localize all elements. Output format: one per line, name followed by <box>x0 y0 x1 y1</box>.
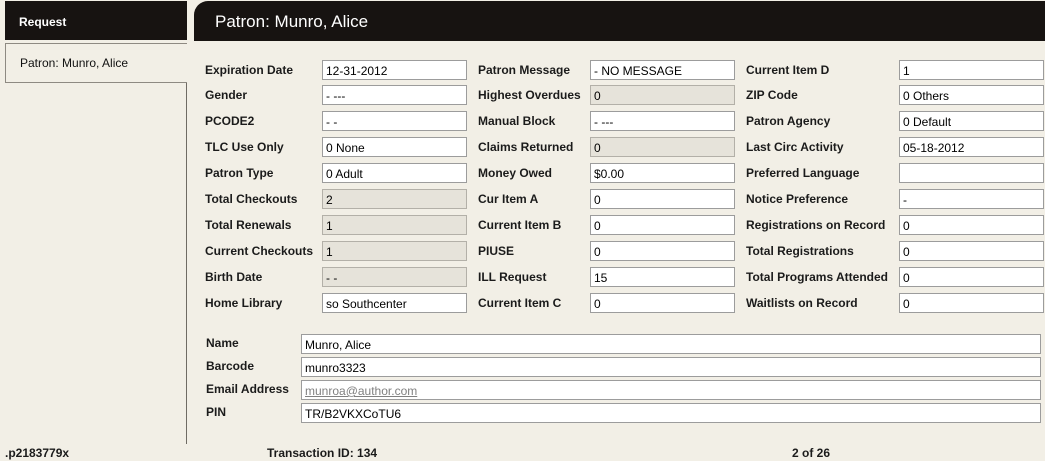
record-id: .p2183779x <box>5 446 70 460</box>
field-label: Home Library <box>205 296 283 310</box>
field-label: Email Address <box>206 382 289 396</box>
birth-date-field: - - <box>322 267 467 287</box>
total-programs-attended-field[interactable]: 0 <box>899 267 1044 287</box>
field-label: Barcode <box>206 359 255 373</box>
cur-item-a-field[interactable]: 0 <box>590 189 735 209</box>
field-label: Expiration Date <box>205 63 294 77</box>
field-label: Current Item B <box>478 218 562 232</box>
field-label: Total Registrations <box>746 244 854 258</box>
sidebar-item-patron[interactable]: Patron: Munro, Alice <box>5 43 187 83</box>
field-label: PIUSE <box>478 244 515 258</box>
ill-request-field[interactable]: 15 <box>590 267 735 287</box>
field-label: Total Checkouts <box>205 192 298 206</box>
field-label: ILL Request <box>478 270 547 284</box>
notice-preference-field[interactable]: - <box>899 189 1044 209</box>
field-label: Registrations on Record <box>746 218 886 232</box>
pin-field[interactable]: TR/B2VKXCoTU6 <box>301 403 1041 423</box>
field-label: Highest Overdues <box>478 88 581 102</box>
pcode2-field[interactable]: - - <box>322 111 467 131</box>
status-bar: .p2183779x Transaction ID: 134 2 of 26 <box>0 444 1045 461</box>
field-label: Patron Agency <box>746 114 831 128</box>
current-item-c-field[interactable]: 0 <box>590 293 735 313</box>
field-label: Claims Returned <box>478 140 574 154</box>
field-label: Total Programs Attended <box>746 270 889 284</box>
expiration-date-field[interactable]: 12-31-2012 <box>322 60 467 80</box>
sidebar: Request Patron: Munro, Alice <box>0 0 187 444</box>
page-title: Patron: Munro, Alice <box>194 1 1045 41</box>
total-registrations-field[interactable]: 0 <box>899 241 1044 261</box>
field-label: Patron Type <box>205 166 274 180</box>
sidebar-divider <box>186 83 187 444</box>
registrations-on-record-field[interactable]: 0 <box>899 215 1044 235</box>
highest-overdues-field: 0 <box>590 85 735 105</box>
field-label: Total Renewals <box>205 218 292 232</box>
field-label: PCODE2 <box>205 114 255 128</box>
total-checkouts-field: 2 <box>322 189 467 209</box>
patron-type-field[interactable]: 0 Adult <box>322 163 467 183</box>
manual-block-field[interactable]: - --- <box>590 111 735 131</box>
patron-agency-field[interactable]: 0 Default <box>899 111 1044 131</box>
tlc-use-only-field[interactable]: 0 None <box>322 137 467 157</box>
field-label: Current Checkouts <box>205 244 314 258</box>
field-label: ZIP Code <box>746 88 798 102</box>
field-label: Cur Item A <box>478 192 539 206</box>
field-label: Preferred Language <box>746 166 860 180</box>
field-label: PIN <box>206 405 227 419</box>
field-label: Patron Message <box>478 63 571 77</box>
field-label: Gender <box>205 88 248 102</box>
home-library-field[interactable]: so Southcenter <box>322 293 467 313</box>
sidebar-header: Request <box>5 1 187 40</box>
field-label: Manual Block <box>478 114 556 128</box>
money-owed-field[interactable]: $0.00 <box>590 163 735 183</box>
last-circ-activity-field[interactable]: 05-18-2012 <box>899 137 1044 157</box>
patron-record-window: Request Patron: Munro, Alice Patron: Mun… <box>0 0 1045 461</box>
field-label: Name <box>206 336 239 350</box>
zip-code-field[interactable]: 0 Others <box>899 85 1044 105</box>
waitlists-on-record-field[interactable]: 0 <box>899 293 1044 313</box>
piuse-field[interactable]: 0 <box>590 241 735 261</box>
field-label: Last Circ Activity <box>746 140 844 154</box>
field-label: Waitlists on Record <box>746 296 858 310</box>
field-label: Current Item C <box>478 296 562 310</box>
field-label: Money Owed <box>478 166 553 180</box>
current-item-b-field[interactable]: 0 <box>590 215 735 235</box>
field-label: Notice Preference <box>746 192 849 206</box>
current-item-d-field[interactable]: 1 <box>899 60 1044 80</box>
barcode-field[interactable]: munro3323 <box>301 357 1041 377</box>
email-address-field[interactable]: munroa@author.com <box>301 380 1041 400</box>
record-pager: 2 of 26 <box>792 446 831 460</box>
claims-returned-field: 0 <box>590 137 735 157</box>
field-label: TLC Use Only <box>205 140 284 154</box>
total-renewals-field: 1 <box>322 215 467 235</box>
field-label: Birth Date <box>205 270 263 284</box>
name-field[interactable]: Munro, Alice <box>301 334 1041 354</box>
field-label: Current Item D <box>746 63 830 77</box>
patron-message-field[interactable]: - NO MESSAGE <box>590 60 735 80</box>
transaction-id: Transaction ID: 134 <box>267 446 378 460</box>
preferred-language-field[interactable] <box>899 163 1044 183</box>
current-checkouts-field: 1 <box>322 241 467 261</box>
gender-field[interactable]: - --- <box>322 85 467 105</box>
